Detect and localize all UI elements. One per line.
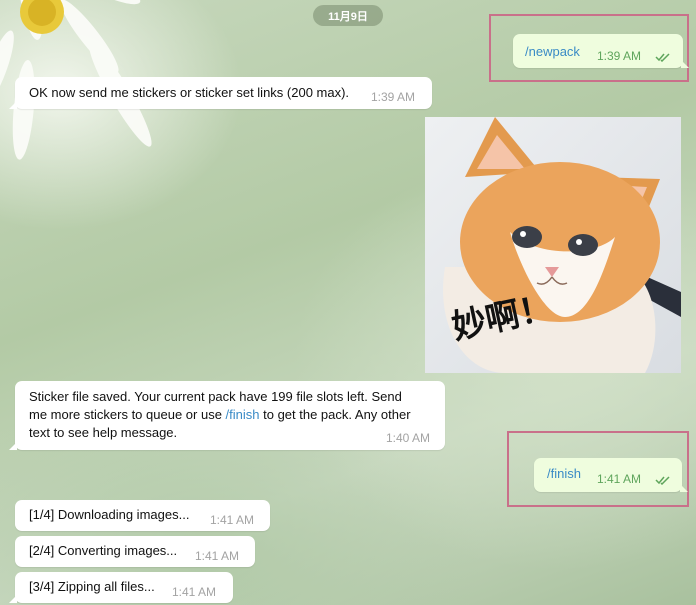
double-check-icon <box>655 53 670 62</box>
command-link-newpack[interactable]: /newpack <box>525 43 580 61</box>
message-time: 1:40 AM <box>386 431 431 445</box>
command-link-finish[interactable]: /finish <box>226 407 260 422</box>
message-time: 1:41 AM <box>172 585 217 599</box>
message-newpack[interactable]: /newpack 1:39 AM <box>513 34 689 68</box>
message-step-3[interactable]: [3/4] Zipping all files... 1:41 AM <box>9 572 233 603</box>
message-time: 1:41 AM <box>597 472 642 486</box>
message-line: me more stickers to queue or use <box>29 407 226 422</box>
message-text: Sticker file saved. Your current pack ha… <box>29 388 411 442</box>
command-link-finish[interactable]: /finish <box>547 465 581 483</box>
message-time: 1:41 AM <box>210 513 255 527</box>
message-time: 1:41 AM <box>195 549 240 563</box>
message-line: text to see help message. <box>29 425 178 440</box>
message-time: 1:39 AM <box>371 90 416 104</box>
double-check-icon <box>655 476 670 485</box>
message-time: 1:39 AM <box>597 49 642 63</box>
message-finish[interactable]: /finish 1:41 AM <box>534 458 688 492</box>
message-text: OK now send me stickers or sticker set l… <box>29 85 350 100</box>
message-text: [2/4] Converting images... <box>29 543 178 558</box>
message-step-2[interactable]: [2/4] Converting images... 1:41 AM <box>15 536 255 567</box>
message-text: [3/4] Zipping all files... <box>29 579 155 594</box>
message-step-1[interactable]: [1/4] Downloading images... 1:41 AM <box>15 500 270 531</box>
cat-sticker-image[interactable]: 妙啊！ <box>425 117 681 373</box>
message-file-saved[interactable]: Sticker file saved. Your current pack ha… <box>9 381 445 450</box>
date-separator: 11月9日 <box>313 5 383 26</box>
message-line: to get the pack. Any other <box>259 407 411 422</box>
message-line: Sticker file saved. Your current pack ha… <box>29 389 402 404</box>
message-bot-prompt[interactable]: OK now send me stickers or sticker set l… <box>9 77 432 109</box>
message-text: [1/4] Downloading images... <box>29 507 190 522</box>
